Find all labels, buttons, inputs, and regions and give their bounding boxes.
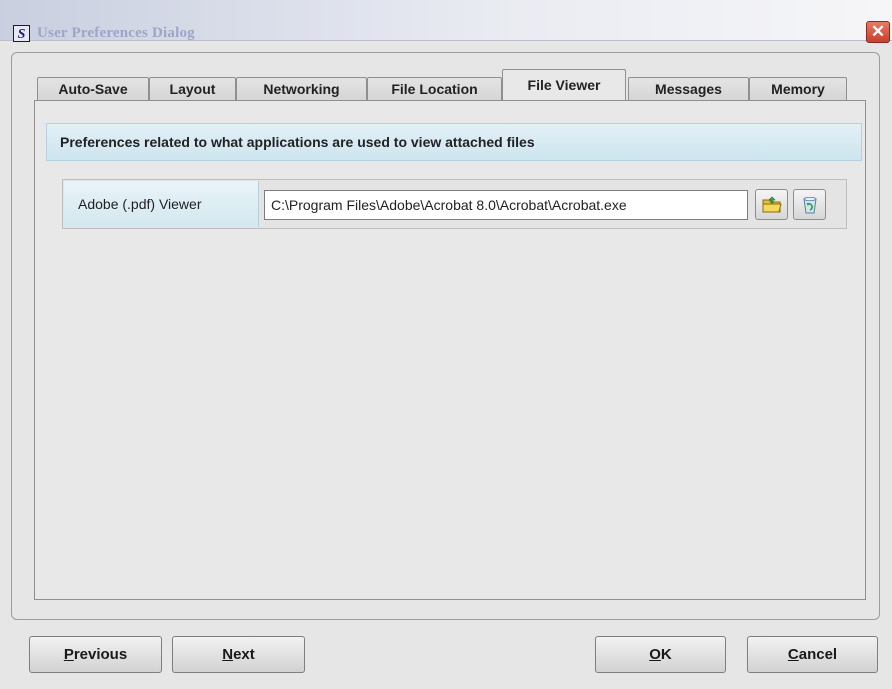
recycle-bin-icon [803,197,817,214]
ok-mnemonic: O [649,646,661,663]
tab-networking[interactable]: Networking [236,77,367,100]
close-button[interactable]: ✕ [866,21,890,43]
cancel-button[interactable]: Cancel [747,636,878,673]
tab-file-viewer[interactable]: File Viewer [502,69,626,101]
title-bar: S User Preferences Dialog ✕ [0,0,892,43]
folder-icon [762,196,782,213]
pdf-viewer-label: Adobe (.pdf) Viewer [64,181,259,227]
browse-button[interactable] [755,189,788,220]
previous-button[interactable]: Previous [29,636,162,673]
tab-messages[interactable]: Messages [628,77,749,100]
panel-header: Preferences related to what applications… [46,123,862,161]
tab-content-panel [34,100,866,600]
tab-file-location[interactable]: File Location [367,77,502,100]
app-icon: S [13,25,30,42]
tab-memory[interactable]: Memory [749,77,847,100]
previous-label: revious [73,646,128,663]
next-label: ext [233,646,255,663]
next-button[interactable]: Next [172,636,305,673]
previous-mnemonic: P [63,646,74,663]
ok-button[interactable]: OK [595,636,726,673]
clear-button[interactable] [793,189,826,220]
tab-auto-save[interactable]: Auto-Save [37,77,149,100]
tab-layout[interactable]: Layout [149,77,236,100]
ok-label: K [660,646,672,663]
cancel-mnemonic: C [787,646,799,663]
close-icon: ✕ [870,22,886,41]
pdf-viewer-path-input[interactable] [264,190,748,220]
cancel-label: ancel [798,646,838,663]
window-title: User Preferences Dialog [37,25,195,41]
next-mnemonic: N [222,646,234,663]
